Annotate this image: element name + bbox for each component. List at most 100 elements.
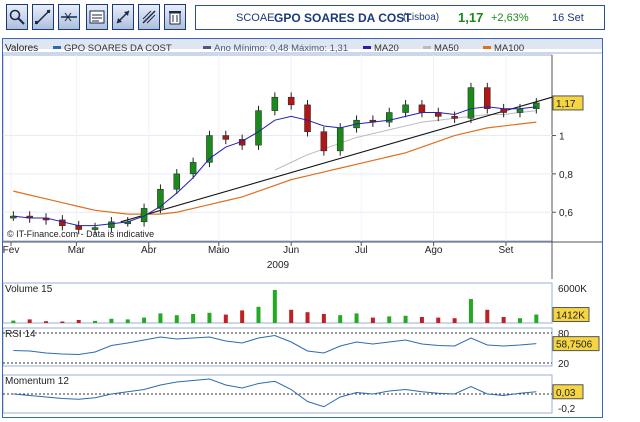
legend-swatch [423, 46, 431, 49]
legend-item: MA100 [494, 43, 524, 54]
fibonacci-icon[interactable] [138, 4, 160, 30]
volume-bar [256, 306, 261, 323]
legend-item: MA20 [374, 43, 399, 54]
month-label: Fev [3, 245, 19, 256]
candle-body [108, 221, 115, 228]
volume-bar [452, 318, 457, 323]
legend-swatch [483, 46, 491, 49]
volume-bar [387, 316, 392, 323]
volume-bar [321, 314, 326, 323]
candle-body [255, 110, 262, 146]
price-tag-label: 1,17 [556, 99, 576, 110]
volume-bar [158, 313, 163, 323]
candle-body [500, 108, 507, 113]
volume-bar [534, 314, 539, 323]
volume-label: Volume 15 [5, 284, 53, 295]
candle-body [173, 173, 181, 190]
volume-bar [11, 320, 16, 323]
momentum-tag-label: 0,03 [556, 388, 576, 399]
year-label: 2009 [267, 260, 290, 271]
candle-body [304, 104, 311, 132]
month-label: Ago [425, 245, 443, 256]
volume-bar [370, 317, 375, 323]
quote-box: SCOAE GPO SOARES DA COST (Lisboa) 1,17 +… [195, 5, 605, 30]
candle-body [189, 162, 197, 175]
legend-item: Ano Mínimo: 0,48 Máximo: 1,31 [214, 43, 348, 54]
rsi-bottom-tick: 20 [558, 359, 570, 370]
volume-bar [207, 312, 212, 323]
legend-swatch [53, 46, 61, 49]
legend-swatch [203, 46, 211, 49]
volume-bar [501, 317, 506, 323]
quote-exchange: (Lisboa) [403, 12, 440, 23]
main-plot-area [2, 54, 553, 242]
candle-body [516, 108, 524, 113]
price-tick-label: 1 [559, 132, 565, 143]
volume-bar [338, 315, 343, 323]
candle-body [418, 104, 426, 113]
quote-change: +2,63% [491, 12, 529, 24]
candle-body [271, 96, 279, 111]
volume-bar [174, 315, 179, 323]
candle-body [320, 131, 328, 152]
momentum-bottom-tick: -0,2 [558, 404, 576, 415]
volume-max-label: 6000K [558, 284, 587, 295]
volume-bar [354, 313, 359, 323]
candle-body [402, 104, 409, 113]
vertical-arrows-icon[interactable] [112, 4, 134, 30]
delete-icon[interactable] [164, 4, 186, 30]
volume-bar [27, 319, 32, 323]
candle-body [222, 135, 230, 140]
candle-body [467, 87, 475, 119]
volume-bar [403, 315, 408, 323]
stock-chart[interactable]: Valores GPO SOARES DA COST Ano Mínimo: 0,4… [2, 39, 602, 417]
watermark: © IT-Finance.com - Data is indicative [7, 229, 154, 239]
volume-bar [272, 290, 277, 323]
horizontal-line-icon[interactable] [58, 4, 80, 30]
momentum-label: Momentum 12 [5, 376, 69, 387]
chart-frame: Valores GPO SOARES DA COST Ano Mínimo: 0,4… [2, 38, 603, 418]
volume-bar [240, 310, 245, 323]
candle-body [336, 127, 344, 152]
legend-swatch [363, 46, 371, 49]
month-label: Jun [283, 245, 299, 256]
price-tick-label: 0,6 [559, 208, 573, 219]
momentum-panel [2, 374, 553, 414]
volume-bar [436, 317, 441, 323]
volume-bar [142, 317, 147, 323]
volume-bar [468, 299, 473, 323]
quote-name: GPO SOARES DA COST [274, 11, 412, 25]
volume-tag-label: 1412K [556, 311, 585, 322]
volume-bar [191, 314, 196, 323]
rsi-panel [2, 327, 553, 367]
rsi-tag-label: 58,7506 [556, 340, 593, 351]
volume-bar [109, 318, 114, 323]
candle-body [451, 116, 458, 119]
rsi-label: RSI 14 [5, 329, 36, 340]
indicator-icon[interactable] [86, 4, 108, 30]
month-label: Maio [208, 245, 230, 256]
month-label: Abr [141, 245, 157, 256]
legend-item: GPO SOARES DA COST [64, 43, 172, 54]
quote-date: 16 Set [552, 12, 584, 24]
draw-line-icon[interactable] [32, 4, 54, 30]
volume-bar [305, 312, 310, 323]
quote-price: 1,17 [458, 10, 484, 25]
month-label: Jul [355, 245, 368, 256]
candle-body [157, 188, 164, 209]
price-tick-label: 0,8 [559, 170, 573, 181]
volume-bar [289, 309, 294, 323]
candle-body [484, 87, 491, 109]
candle-body [533, 102, 540, 109]
zoom-icon[interactable] [6, 4, 28, 30]
volume-bar [93, 320, 98, 323]
volume-bar [517, 318, 522, 323]
toolbar: SCOAE GPO SOARES DA COST (Lisboa) 1,17 +… [0, 0, 640, 36]
quote-ticker: SCOAE [236, 12, 275, 24]
volume-bar [419, 317, 424, 323]
month-label: Mar [68, 245, 86, 256]
legend-item: MA50 [434, 43, 459, 54]
month-label: Set [498, 245, 513, 256]
main-panel-label: Valores [5, 43, 38, 54]
volume-bar [223, 314, 228, 323]
